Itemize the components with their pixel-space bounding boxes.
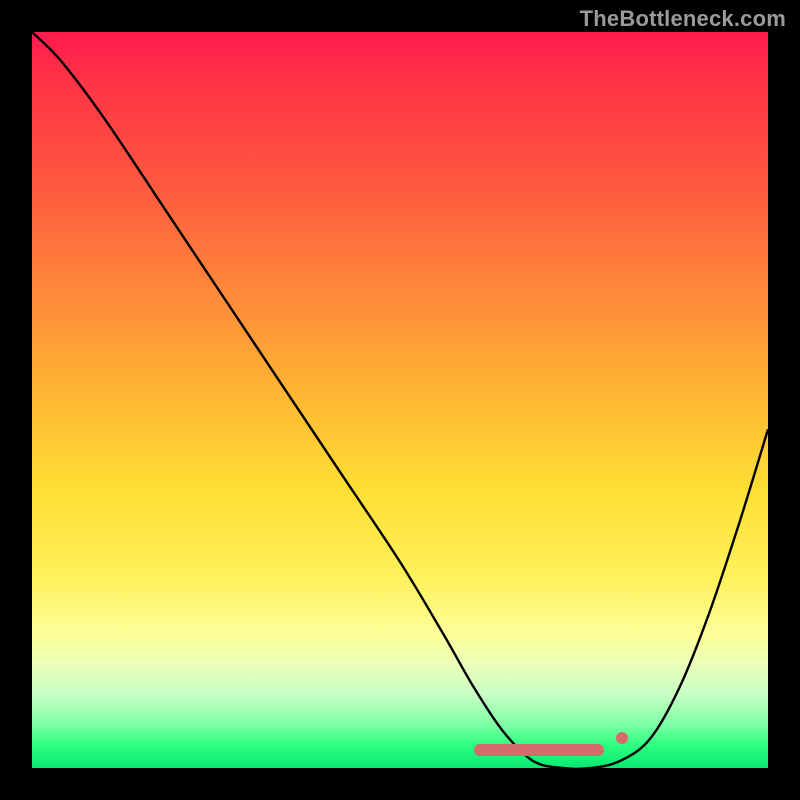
optimal-range-marker xyxy=(474,744,604,756)
plot-area xyxy=(32,32,768,768)
chart-frame: TheBottleneck.com xyxy=(0,0,800,800)
optimal-end-marker xyxy=(616,732,628,744)
bottleneck-curve xyxy=(32,32,768,768)
watermark-label: TheBottleneck.com xyxy=(580,6,786,32)
